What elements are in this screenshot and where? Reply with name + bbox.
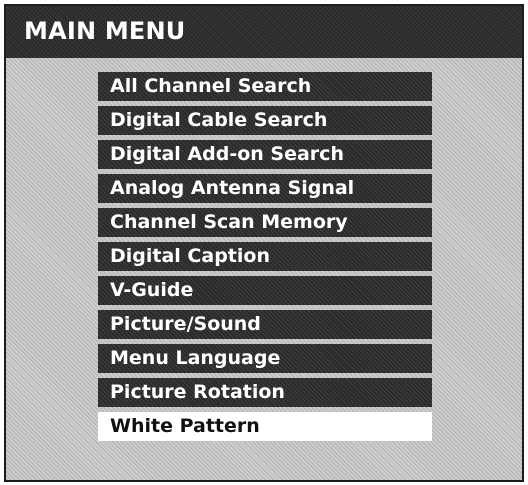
menu-item-channel-scan-memory[interactable]: Channel Scan Memory	[98, 208, 432, 237]
menu-item-label: Digital Caption	[110, 245, 270, 267]
menu-item-digital-add-on-search[interactable]: Digital Add-on Search	[98, 140, 432, 169]
menu-item-label: Digital Add-on Search	[110, 143, 344, 165]
menu-item-white-pattern[interactable]: White Pattern	[98, 412, 432, 441]
menu-item-label: Picture/Sound	[110, 313, 261, 335]
main-menu-list: All Channel Search Digital Cable Search …	[98, 72, 432, 441]
menu-item-all-channel-search[interactable]: All Channel Search	[98, 72, 432, 101]
menu-item-label: Digital Cable Search	[110, 109, 328, 131]
menu-item-label: Channel Scan Memory	[110, 211, 348, 233]
menu-item-label: White Pattern	[110, 415, 260, 437]
menu-item-picture-sound[interactable]: Picture/Sound	[98, 310, 432, 339]
menu-item-picture-rotation[interactable]: Picture Rotation	[98, 378, 432, 407]
menu-item-label: Picture Rotation	[110, 381, 285, 403]
menu-title: MAIN MENU	[24, 17, 186, 45]
menu-item-analog-antenna-signal[interactable]: Analog Antenna Signal	[98, 174, 432, 203]
menu-item-v-guide[interactable]: V-Guide	[98, 276, 432, 305]
menu-item-label: Analog Antenna Signal	[110, 177, 355, 199]
menu-item-label: All Channel Search	[110, 75, 312, 97]
menu-item-label: Menu Language	[110, 347, 281, 369]
menu-item-menu-language[interactable]: Menu Language	[98, 344, 432, 373]
title-bar: MAIN MENU	[6, 6, 522, 58]
menu-item-label: V-Guide	[110, 279, 194, 301]
menu-item-digital-cable-search[interactable]: Digital Cable Search	[98, 106, 432, 135]
menu-item-digital-caption[interactable]: Digital Caption	[98, 242, 432, 271]
tv-menu-screen: MAIN MENU All Channel Search Digital Cab…	[4, 4, 524, 482]
